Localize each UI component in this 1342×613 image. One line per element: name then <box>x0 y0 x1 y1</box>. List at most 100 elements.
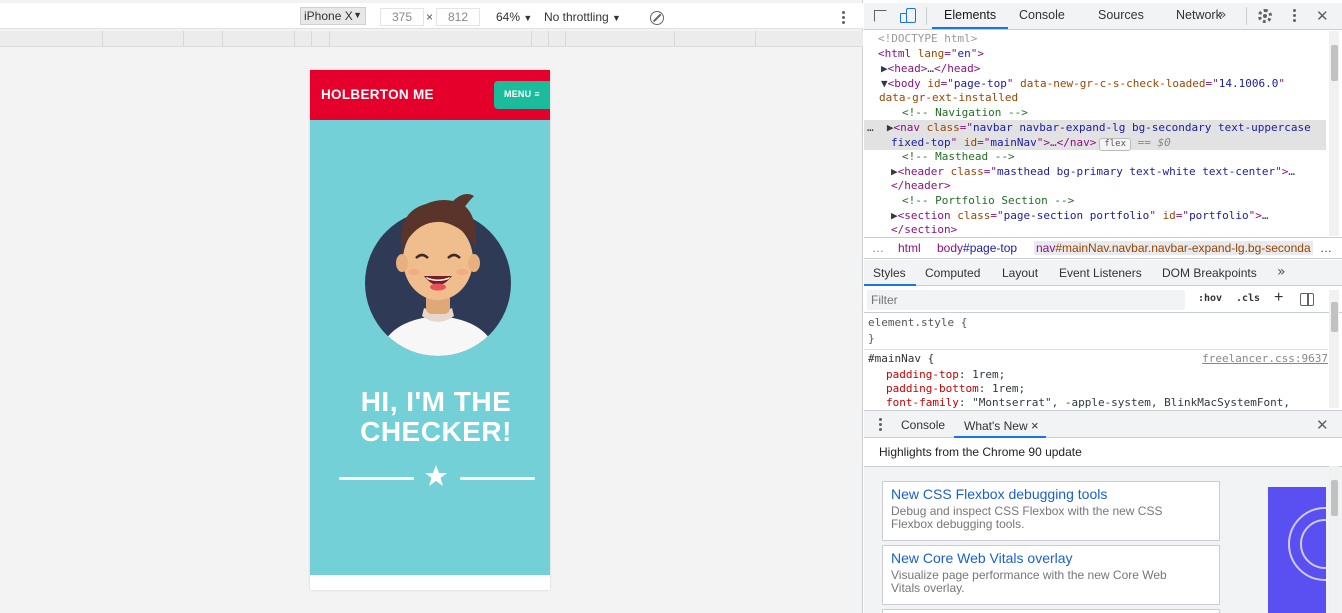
drawer-tab-whats-new[interactable]: What's New × <box>964 418 1039 433</box>
dom-section[interactable]: ▶<section class="page-section portfolio"… <box>891 209 1269 224</box>
more-tabs-icon[interactable]: » <box>1218 7 1227 23</box>
element-style-selector[interactable]: element.style { <box>868 316 967 330</box>
whats-new-headline: Highlights from the Chrome 90 update <box>879 445 1082 459</box>
site-brand[interactable]: HOLBERTON ME <box>321 87 434 102</box>
dom-header[interactable]: ▶<header class="masthead bg-primary text… <box>891 165 1295 180</box>
site-navbar: HOLBERTON ME MENU ≡ <box>310 70 550 120</box>
drawer-tab-console[interactable]: Console <box>901 418 945 432</box>
dom-head[interactable]: ▶<head>…</head> <box>881 62 980 77</box>
chevron-down-icon: ▼ <box>612 13 621 23</box>
dom-html[interactable]: <html lang="en"> <box>878 47 984 62</box>
toggle-sidebar-icon[interactable] <box>1300 293 1314 306</box>
close-tab-icon[interactable]: × <box>1031 418 1039 433</box>
flex-badge[interactable]: flex <box>1099 138 1132 151</box>
card-title[interactable]: New Core Web Vitals overlay <box>891 550 1211 566</box>
hero-title: HI, I'M THE CHECKER! <box>310 387 550 447</box>
dom-nav-cont[interactable]: fixed-top" id="mainNav">…</nav> flex == $… <box>891 136 1171 151</box>
device-toolbar-more-icon[interactable] <box>842 11 846 26</box>
close-icon[interactable]: ✕ <box>1316 7 1329 25</box>
whats-new-card[interactable]: New Core Web Vitals overlay Visualize pa… <box>882 545 1220 605</box>
new-rule-icon[interactable]: + <box>1274 289 1283 307</box>
active-drawer-tab-indicator <box>954 436 1046 438</box>
more-tabs-icon[interactable]: » <box>1277 264 1286 280</box>
kebab-menu-icon[interactable] <box>1293 9 1297 24</box>
dom-comment-navigation[interactable]: <!-- Navigation --> <box>902 106 1028 121</box>
active-tab-indicator <box>932 27 1008 29</box>
cls-toggle[interactable]: .cls <box>1236 293 1260 304</box>
drawer-tabbar: Console What's New × ✕ <box>864 410 1342 438</box>
mainnav-selector[interactable]: #mainNav { <box>868 352 934 366</box>
rotate-icon[interactable] <box>650 11 664 25</box>
breadcrumb-body[interactable]: body#page-top <box>937 241 1017 255</box>
whats-new-content: New CSS Flexbox debugging tools Debug an… <box>864 466 1342 613</box>
device-viewport-area: iPhone X ▼ × 64% ▼ No throttling ▼ <box>0 0 863 613</box>
whats-new-card[interactable]: New CSS Flexbox debugging tools Debug an… <box>882 481 1220 541</box>
devtools-tabbar: Elements Console Sources Network » ✕ <box>864 3 1342 30</box>
drawer-menu-icon[interactable] <box>879 418 883 433</box>
zoom-select[interactable]: 64% ▼ <box>496 10 532 24</box>
viewport-height-input[interactable] <box>436 8 480 26</box>
settings-icon[interactable] <box>1258 9 1272 23</box>
screen: iPhone X ▼ × 64% ▼ No throttling ▼ <box>0 0 1342 613</box>
styles-tabbar: Styles Computed Layout Event Listeners D… <box>864 260 1342 286</box>
breadcrumb-nav[interactable]: nav#mainNav.navbar.navbar-expand-lg.bg-s… <box>1034 241 1313 255</box>
prop-padding-bottom[interactable]: padding-bottom: 1rem; <box>886 382 1025 396</box>
dom-header-close[interactable]: </header> <box>891 179 951 194</box>
media-query-ruler <box>0 31 863 47</box>
dom-comment-portfolio[interactable]: <!-- Portfolio Section --> <box>902 194 1074 209</box>
prop-font-family[interactable]: font-family: "Montserrat", -apple-system… <box>886 396 1290 409</box>
style-rules: element.style { } #mainNav { freelancer.… <box>864 314 1328 409</box>
viewport-width-input[interactable] <box>380 8 424 26</box>
chrome-update-promo-image <box>1268 487 1326 613</box>
breadcrumb: … html body#page-top nav#mainNav.navbar.… <box>864 237 1342 259</box>
active-subtab-indicator <box>864 284 916 286</box>
hov-toggle[interactable]: :hov <box>1198 293 1222 304</box>
tab-styles[interactable]: Styles <box>873 266 906 280</box>
breadcrumb-more[interactable]: … <box>872 241 884 255</box>
hero-title-line-2: CHECKER! <box>360 416 512 447</box>
tab-dom-breakpoints[interactable]: DOM Breakpoints <box>1162 266 1257 280</box>
tab-console[interactable]: Console <box>1019 8 1065 22</box>
tab-event-listeners[interactable]: Event Listeners <box>1059 266 1142 280</box>
throttling-value: No throttling <box>544 10 609 24</box>
styles-scrollbar[interactable] <box>1329 290 1339 408</box>
dom-body-attr-cont[interactable]: data-gr-ext-installed <box>879 91 1018 106</box>
drawer-scrollbar[interactable] <box>1329 466 1339 613</box>
dom-body[interactable]: ▼<body id="page-top" data-new-gr-c-s-che… <box>881 77 1285 92</box>
breadcrumb-trailing[interactable]: … <box>1320 241 1332 255</box>
card-description-cont: Flexbox debugging tools. <box>891 517 1025 531</box>
whats-new-card[interactable] <box>882 609 1220 613</box>
styles-filter-input[interactable] <box>867 290 1185 310</box>
card-title[interactable]: New CSS Flexbox debugging tools <box>891 486 1211 502</box>
device-name: iPhone X <box>304 9 353 23</box>
tab-computed[interactable]: Computed <box>925 266 980 280</box>
device-toggle-icon[interactable] <box>900 8 916 23</box>
masthead: HI, I'M THE CHECKER! <box>310 120 550 575</box>
elements-dom-tree: <!DOCTYPE html> <html lang="en"> ▶<head>… <box>864 31 1326 236</box>
close-drawer-icon[interactable]: ✕ <box>1316 416 1329 434</box>
tab-network[interactable]: Network <box>1176 8 1222 22</box>
breadcrumb-html[interactable]: html <box>898 241 921 255</box>
device-toolbar: iPhone X ▼ × 64% ▼ No throttling ▼ <box>0 3 863 29</box>
dom-nav[interactable]: … ▶<nav class="navbar navbar-expand-lg b… <box>867 121 1311 136</box>
dom-doctype[interactable]: <!DOCTYPE html> <box>878 32 977 47</box>
stylesheet-link[interactable]: freelancer.css:9637 <box>1202 352 1328 366</box>
emulated-page: HOLBERTON ME MENU ≡ HI, I'M THE CHECKER! <box>310 70 550 590</box>
select-element-icon[interactable] <box>874 10 887 22</box>
star-icon <box>425 465 447 486</box>
dom-section-close[interactable]: </section> <box>891 223 957 236</box>
dom-comment-masthead[interactable]: <!-- Masthead --> <box>902 150 1015 165</box>
menu-label: MENU <box>504 89 532 99</box>
dom-scrollbar[interactable] <box>1329 31 1339 236</box>
tab-elements[interactable]: Elements <box>944 8 996 22</box>
prop-padding-top[interactable]: padding-top: 1rem; <box>886 368 1005 382</box>
menu-button[interactable]: MENU ≡ <box>494 81 550 109</box>
divider-line-left <box>339 477 414 480</box>
throttling-select[interactable]: No throttling ▼ <box>544 10 621 24</box>
tab-sources[interactable]: Sources <box>1098 8 1144 22</box>
card-description-cont: Vitals overlay. <box>891 581 965 595</box>
hero-title-line-1: HI, I'M THE <box>360 386 512 417</box>
device-select[interactable]: iPhone X ▼ <box>300 7 366 25</box>
tab-layout[interactable]: Layout <box>1002 266 1038 280</box>
devtools-panel: Elements Console Sources Network » ✕ <!D… <box>864 0 1342 613</box>
